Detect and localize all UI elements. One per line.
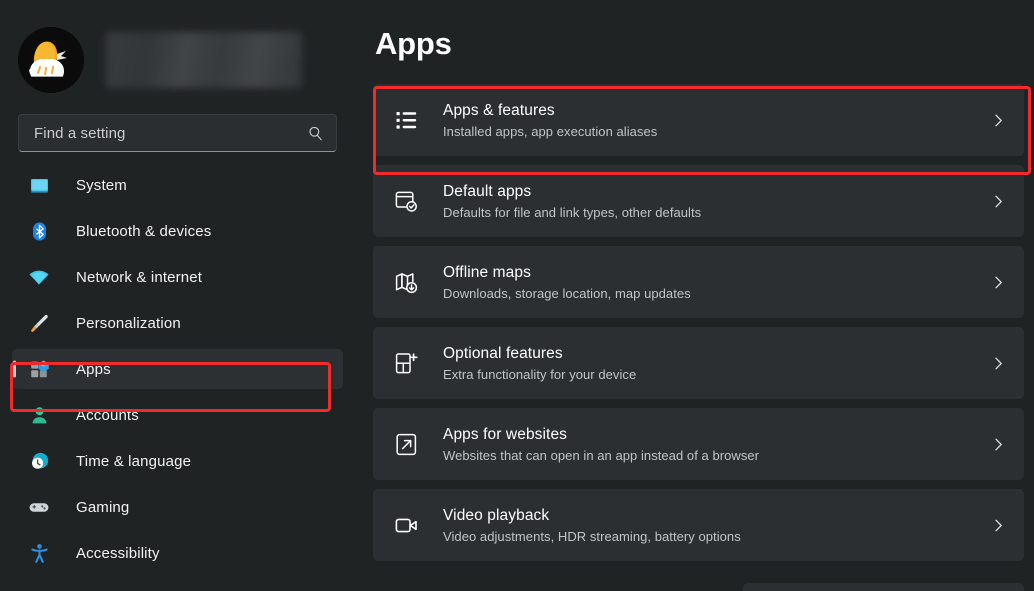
bluetooth-icon — [28, 220, 50, 242]
map-download-icon — [393, 269, 419, 295]
apps-grid-icon — [28, 358, 50, 380]
card-subtitle: Installed apps, app execution aliases — [443, 123, 658, 139]
sidebar-item-label: Bluetooth & devices — [76, 222, 212, 240]
avatar[interactable] — [18, 27, 84, 93]
sidebar-item-apps[interactable]: Apps — [12, 349, 343, 389]
sidebar-item-label: Network & internet — [76, 268, 203, 286]
sidebar-item-label: Gaming — [76, 498, 130, 516]
card-title: Apps for websites — [443, 425, 568, 443]
gamepad-icon — [28, 496, 50, 518]
sidebar-item-label: Apps — [76, 360, 111, 378]
paintbrush-icon — [28, 312, 50, 334]
main-content: Apps Apps & features Installed apps, app… — [355, 0, 1034, 591]
external-link-icon — [393, 431, 419, 457]
chevron-right-icon[interactable] — [991, 113, 1006, 128]
card-subtitle: Downloads, storage location, map updates — [443, 285, 691, 301]
account-name-redacted — [106, 32, 302, 88]
settings-card-offline-maps[interactable]: Offline maps Downloads, storage location… — [373, 246, 1024, 318]
sidebar-nav: System Bluetooth & devices Network & int… — [0, 165, 355, 573]
card-title: Apps & features — [443, 101, 555, 119]
grid-plus-icon — [393, 350, 419, 376]
chevron-right-icon[interactable] — [991, 437, 1006, 452]
page-title: Apps — [375, 26, 452, 61]
settings-window: System Bluetooth & devices — [0, 0, 1034, 591]
list-bullets-icon — [393, 107, 419, 133]
search-box[interactable] — [18, 114, 337, 152]
card-text: Offline maps Downloads, storage location… — [443, 263, 991, 302]
chevron-right-icon[interactable] — [991, 275, 1006, 290]
sidebar-item-accessibility[interactable]: Accessibility — [12, 533, 343, 573]
card-text: Optional features Extra functionality fo… — [443, 344, 991, 383]
card-text: Apps for websites Websites that can open… — [443, 425, 991, 464]
sidebar-item-time-language[interactable]: Time & language — [12, 441, 343, 481]
sidebar-item-bluetooth-devices[interactable]: Bluetooth & devices — [12, 211, 343, 251]
sidebar-item-network-internet[interactable]: Network & internet — [12, 257, 343, 297]
sidebar: System Bluetooth & devices — [0, 0, 355, 591]
card-text: Apps & features Installed apps, app exec… — [443, 101, 991, 140]
search-icon[interactable] — [307, 125, 324, 142]
card-text: Video playback Video adjustments, HDR st… — [443, 506, 991, 545]
card-text: Default apps Defaults for file and link … — [443, 182, 991, 221]
sidebar-item-gaming[interactable]: Gaming — [12, 487, 343, 527]
sidebar-item-label: Time & language — [76, 452, 192, 470]
chevron-right-icon[interactable] — [991, 518, 1006, 533]
accessibility-icon — [28, 542, 50, 564]
settings-card-optional-features[interactable]: Optional features Extra functionality fo… — [373, 327, 1024, 399]
card-title: Video playback — [443, 506, 550, 524]
settings-card-video-playback[interactable]: Video playback Video adjustments, HDR st… — [373, 489, 1024, 561]
person-icon — [28, 404, 50, 426]
chevron-right-icon[interactable] — [991, 356, 1006, 371]
chevron-right-icon[interactable] — [991, 194, 1006, 209]
settings-card-partial-next[interactable] — [743, 583, 1024, 591]
card-title: Optional features — [443, 344, 563, 362]
card-subtitle: Defaults for file and link types, other … — [443, 204, 702, 220]
settings-card-apps-features[interactable]: Apps & features Installed apps, app exec… — [373, 84, 1024, 156]
app-check-icon — [393, 188, 419, 214]
sidebar-item-label: Personalization — [76, 314, 181, 332]
sidebar-item-label: Accessibility — [76, 544, 160, 562]
clock-globe-icon — [28, 450, 50, 472]
monitor-icon — [28, 174, 50, 196]
card-title: Offline maps — [443, 263, 531, 281]
card-subtitle: Websites that can open in an app instead… — [443, 447, 760, 463]
wifi-icon — [28, 266, 50, 288]
settings-card-default-apps[interactable]: Default apps Defaults for file and link … — [373, 165, 1024, 237]
card-subtitle: Video adjustments, HDR streaming, batter… — [443, 528, 741, 544]
settings-card-apps-for-websites[interactable]: Apps for websites Websites that can open… — [373, 408, 1024, 480]
sidebar-item-system[interactable]: System — [12, 165, 343, 205]
account-profile[interactable] — [0, 14, 355, 100]
card-subtitle: Extra functionality for your device — [443, 366, 637, 382]
sidebar-item-personalization[interactable]: Personalization — [12, 303, 343, 343]
sidebar-item-accounts[interactable]: Accounts — [12, 395, 343, 435]
search-input[interactable] — [34, 124, 307, 142]
video-camera-icon — [393, 512, 419, 538]
card-title: Default apps — [443, 182, 532, 200]
sidebar-item-label: Accounts — [76, 406, 139, 424]
sidebar-item-label: System — [76, 176, 127, 194]
